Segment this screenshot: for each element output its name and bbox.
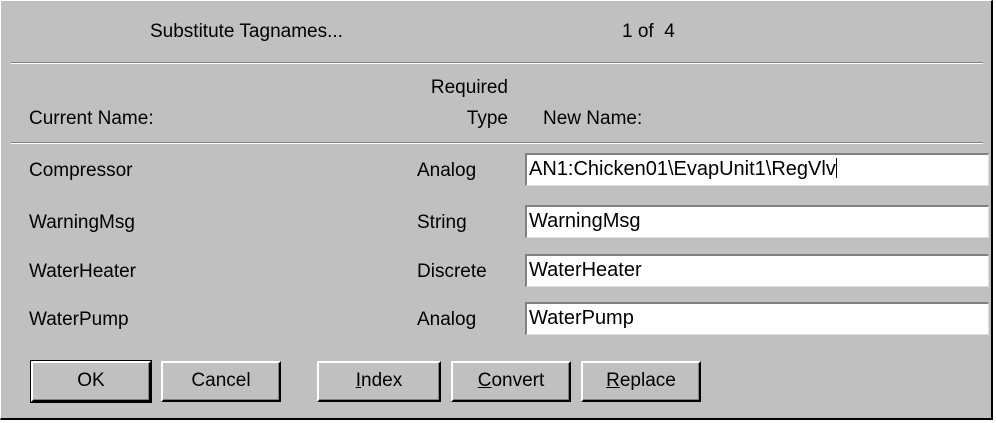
header-divider (11, 62, 983, 64)
replace-button-hotkey: R (606, 370, 620, 391)
row-required-type: String (417, 212, 467, 233)
row-required-type: Analog (417, 160, 477, 181)
row-current-name: WaterHeater (29, 261, 136, 282)
new-name-input[interactable]: AN1:Chicken01\EvapUnit1\RegVlv (525, 153, 989, 186)
text-caret (835, 158, 837, 178)
page-indicator: 1 of 4 (622, 21, 675, 42)
dialog-title: Substitute Tagnames... (150, 21, 343, 42)
required-type-header-line1: Required (430, 77, 508, 98)
required-type-header-line2: Type (466, 108, 508, 129)
row-required-type: Analog (417, 309, 477, 330)
new-name-value: AN1:Chicken01\EvapUnit1\RegVlv (529, 158, 836, 180)
convert-button-label: onvert (491, 370, 545, 391)
row-required-type: Discrete (417, 261, 487, 282)
new-name-input[interactable]: WaterHeater (525, 254, 989, 287)
current-name-header: Current Name: (29, 108, 154, 129)
index-button[interactable]: Index (317, 361, 441, 402)
new-name-header: New Name: (543, 108, 643, 129)
row-current-name: Compressor (29, 160, 133, 181)
replace-button-label: eplace (619, 370, 676, 391)
row-current-name: WarningMsg (29, 212, 135, 233)
new-name-value: WarningMsg (529, 210, 641, 232)
ok-button[interactable]: OK (30, 360, 152, 403)
new-name-value: WaterHeater (529, 259, 642, 281)
replace-button[interactable]: Replace (581, 361, 701, 402)
cancel-button[interactable]: Cancel (161, 361, 281, 402)
convert-button[interactable]: Convert (451, 361, 571, 402)
row-current-name: WaterPump (29, 309, 129, 330)
index-button-label: ndex (361, 370, 403, 391)
column-header-divider (11, 142, 983, 144)
convert-button-hotkey: C (477, 370, 492, 391)
new-name-input[interactable]: WarningMsg (525, 205, 989, 238)
new-name-input[interactable]: WaterPump (525, 302, 989, 335)
substitute-tagnames-dialog: Substitute Tagnames... 1 of 4 Current Na… (0, 0, 993, 420)
new-name-value: WaterPump (529, 307, 634, 329)
